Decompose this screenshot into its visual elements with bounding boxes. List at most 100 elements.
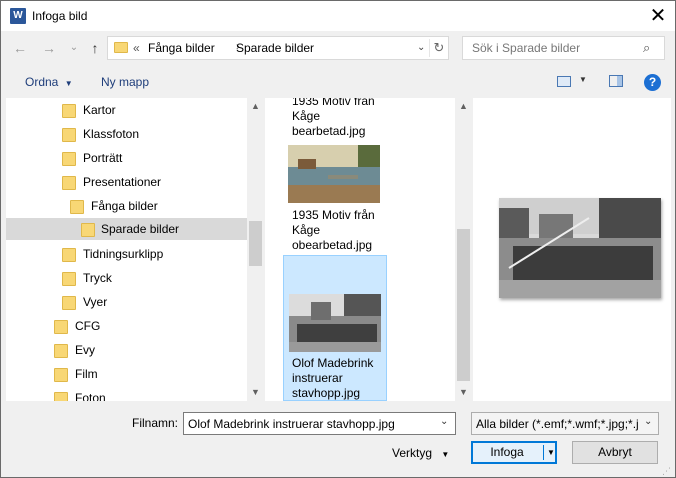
nav-item-label: Klassfoton (83, 127, 140, 141)
address-bar[interactable]: « Fånga bilder › Sparade bilder ⌄ ↻ (107, 36, 449, 60)
scroll-down-arrow-icon[interactable]: ▼ (247, 387, 264, 397)
insert-picture-dialog: W Infoga bild ✕ ← → ⌄ ↑ « Fånga bilder ›… (0, 0, 676, 478)
file-type-dropdown-chevron-icon[interactable]: ⌄ (644, 416, 652, 427)
file-type-filter[interactable]: Alla bilder (*.emf;*.wmf;*.jpg;*.j ⌄ (471, 412, 659, 435)
filename-input[interactable]: Olof Madebrink instruerar stavhopp.jpg (188, 417, 433, 431)
tools-button[interactable]: Verktyg ▼ (392, 446, 449, 460)
dialog-title: Infoga bild (32, 9, 88, 23)
file-item-label[interactable]: 1935 Motiv från Kåge obearbetad.jpg (292, 208, 392, 253)
folder-icon (81, 223, 95, 237)
nav-item-sparade-bilder[interactable]: Sparade bilder (6, 218, 247, 240)
breadcrumb-fanga-bilder[interactable]: Fånga bilder (148, 41, 215, 55)
file-name-line: Olof Madebrink (292, 356, 374, 370)
nav-item-tidningsurklipp[interactable]: Tidningsurklipp (6, 243, 247, 265)
tools-label: Verktyg (392, 446, 433, 460)
folder-icon (62, 104, 76, 118)
organize-label: Ordna (25, 75, 59, 89)
insert-dropdown-icon[interactable]: ▼ (545, 443, 557, 462)
insert-label: Infoga (490, 445, 524, 459)
search-box[interactable]: Sök i Sparade bilder ⌕ (462, 36, 665, 60)
file-name-line: stavhopp.jpg (292, 386, 361, 400)
file-name-line: Kåge (292, 223, 321, 237)
file-scrollbar[interactable]: ▲ ▼ (455, 98, 472, 401)
folder-icon (54, 320, 68, 334)
organize-dropdown-icon: ▼ (64, 79, 73, 88)
file-scroll-thumb[interactable] (457, 229, 470, 381)
folder-icon (62, 152, 76, 166)
search-input[interactable]: Sök i Sparade bilder (472, 41, 580, 55)
tools-dropdown-icon: ▼ (441, 450, 450, 459)
nav-item-foton[interactable]: Foton (6, 387, 247, 401)
nav-item-label: Presentationer (83, 175, 162, 189)
file-item-label: Olof Madebrink instruerar stavhopp.jpg (292, 356, 388, 401)
nav-item-label: Evy (75, 343, 96, 357)
nav-item-label: Foton (75, 391, 106, 401)
back-arrow-icon[interactable]: ← (10, 38, 30, 58)
scroll-down-arrow-icon[interactable]: ▼ (455, 387, 472, 397)
filename-label: Filnamn: (132, 416, 179, 430)
view-icon (557, 76, 571, 87)
nav-item-film[interactable]: Film (6, 363, 247, 385)
folder-icon (54, 392, 68, 401)
scroll-up-arrow-icon[interactable]: ▲ (247, 101, 264, 111)
file-name-line: Kåge (292, 109, 321, 123)
file-item-label[interactable]: 1935 Motiv från Kåge bearbetad.jpg (292, 98, 392, 139)
address-dropdown-chevron-icon[interactable]: ⌄ (417, 42, 425, 53)
nav-item-presentationer[interactable]: Presentationer (6, 171, 247, 193)
new-folder-button[interactable]: Ny mapp (101, 75, 149, 89)
file-thumbnail-stavhopp[interactable] (289, 294, 381, 352)
scroll-up-arrow-icon[interactable]: ▲ (455, 101, 472, 111)
preview-pane (473, 98, 671, 401)
breadcrumb-overflow[interactable]: « (133, 41, 140, 55)
file-name-line: instruerar (292, 371, 343, 385)
filename-combobox[interactable]: Olof Madebrink instruerar stavhopp.jpg ⌄ (183, 412, 456, 435)
resize-grip-icon[interactable]: ⋰ (662, 466, 671, 477)
nav-item-label: Porträtt (83, 151, 123, 165)
preview-image (499, 198, 661, 298)
nav-item-label: Tryck (83, 271, 112, 285)
change-view-button[interactable]: ▼ (557, 73, 591, 91)
nav-item-label: Sparade bilder (101, 222, 180, 236)
up-arrow-icon[interactable]: ↑ (85, 38, 105, 58)
cancel-button[interactable]: Avbryt (572, 441, 658, 464)
forward-arrow-icon[interactable]: → (39, 38, 59, 58)
folder-icon (62, 272, 76, 286)
folder-icon (62, 248, 76, 262)
folder-icon (70, 200, 84, 214)
refresh-icon[interactable]: ↻ (429, 39, 448, 57)
file-thumbnail-kage-obearbetad[interactable] (288, 145, 380, 203)
preview-pane-toggle-icon[interactable] (609, 75, 623, 87)
nav-item-klassfoton[interactable]: Klassfoton (6, 123, 247, 145)
folder-icon (62, 128, 76, 142)
help-icon[interactable]: ? (644, 74, 661, 91)
view-dropdown-icon: ▼ (579, 75, 587, 84)
organize-button[interactable]: Ordna ▼ (25, 75, 73, 89)
folder-icon (114, 42, 128, 53)
search-icon: ⌕ (643, 40, 651, 55)
nav-scrollbar[interactable]: ▲ ▼ (247, 98, 264, 401)
filename-dropdown-chevron-icon[interactable]: ⌄ (440, 416, 448, 427)
folder-icon (54, 368, 68, 382)
recent-locations-chevron-icon[interactable]: ⌄ (64, 38, 84, 58)
nav-item-label: Fånga bilder (91, 199, 158, 213)
nav-item-portratt[interactable]: Porträtt (6, 147, 247, 169)
word-app-icon: W (10, 8, 26, 24)
nav-item-label: CFG (75, 319, 101, 333)
nav-item-cfg[interactable]: CFG (6, 315, 247, 337)
insert-button[interactable]: Infoga ▼ (471, 441, 557, 464)
file-name-line: obearbetad.jpg (292, 238, 373, 252)
file-type-filter-value: Alla bilder (*.emf;*.wmf;*.jpg;*.j (476, 417, 639, 431)
nav-scroll-thumb[interactable] (249, 221, 262, 266)
nav-item-kartor[interactable]: Kartor (6, 99, 247, 121)
nav-item-vyer[interactable]: Vyer (6, 291, 247, 313)
close-button[interactable]: ✕ (646, 5, 670, 27)
navigation-pane[interactable]: Kartor Klassfoton Porträtt Presentatione… (6, 98, 264, 401)
nav-item-tryck[interactable]: Tryck (6, 267, 247, 289)
folder-icon (62, 296, 76, 310)
nav-item-evy[interactable]: Evy (6, 339, 247, 361)
nav-item-label: Film (75, 367, 98, 381)
file-item-selected[interactable]: Olof Madebrink instruerar stavhopp.jpg (283, 255, 387, 401)
breadcrumb-sparade-bilder[interactable]: Sparade bilder (236, 41, 314, 55)
file-name-line: 1935 Motiv från (292, 98, 375, 108)
nav-item-fanga-bilder[interactable]: Fånga bilder (6, 195, 247, 217)
